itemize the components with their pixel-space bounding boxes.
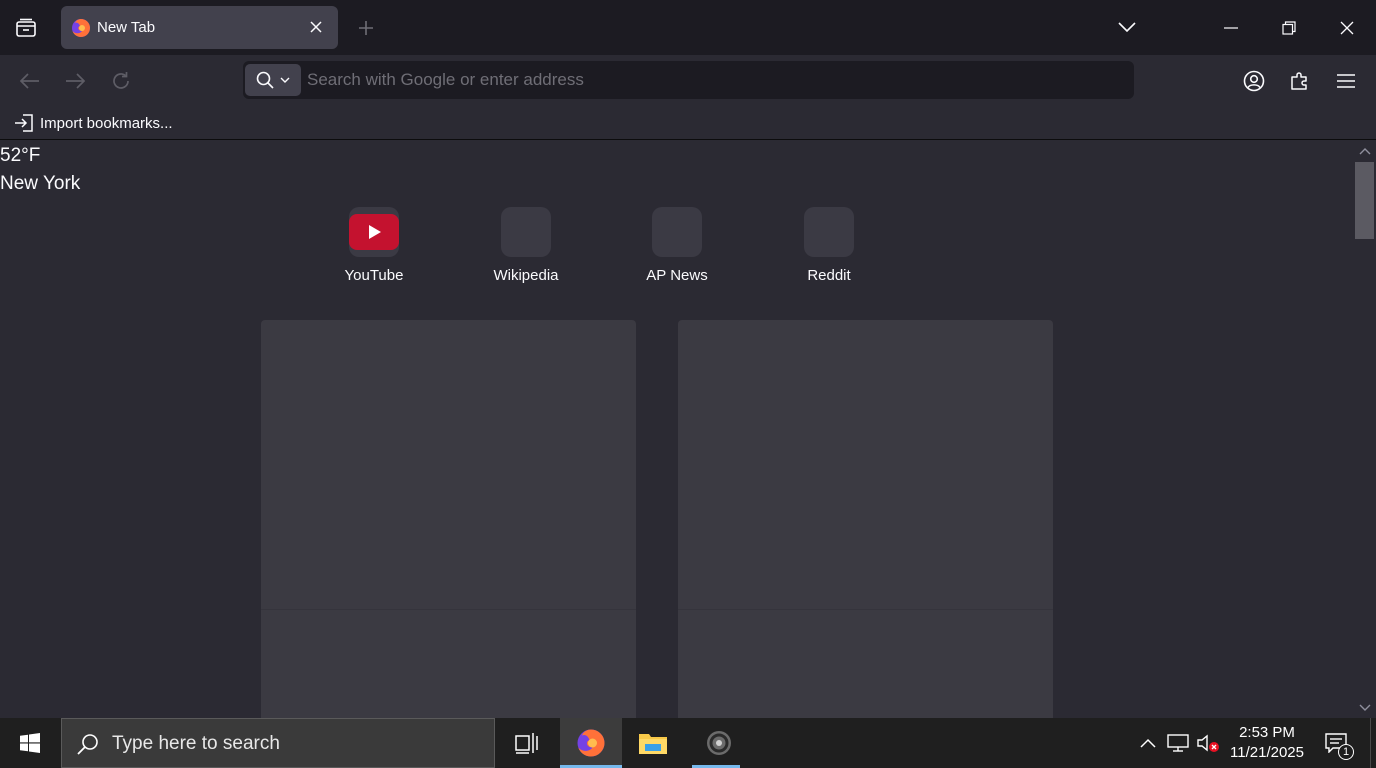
clock-time: 2:53 PM — [1239, 724, 1295, 741]
back-button[interactable] — [14, 65, 46, 97]
story-card-placeholder[interactable] — [261, 320, 636, 718]
card-divider — [678, 609, 1053, 610]
top-site-tile — [349, 207, 399, 257]
file-explorer-icon — [639, 734, 667, 754]
scrollbar-thumb[interactable] — [1355, 162, 1374, 239]
top-site-ap-news[interactable]: AP News — [622, 207, 732, 284]
url-input[interactable] — [307, 67, 1117, 93]
start-button[interactable] — [0, 718, 60, 768]
minimize-button[interactable] — [1211, 10, 1251, 46]
taskbar-app-firefox[interactable] — [560, 718, 622, 768]
chevron-down-icon — [1118, 22, 1136, 32]
scroll-down-button[interactable] — [1357, 700, 1373, 716]
top-site-youtube[interactable]: YouTube — [319, 207, 429, 284]
weather-location: New York — [0, 173, 81, 194]
new-tab-button[interactable] — [352, 14, 380, 42]
show-desktop-button[interactable] — [1370, 718, 1376, 768]
hamburger-menu-icon — [1337, 74, 1355, 88]
volume-muted-icon — [1197, 734, 1219, 752]
firefox-icon — [72, 19, 90, 37]
network-icon — [1167, 734, 1189, 752]
arrow-right-icon — [66, 73, 85, 89]
import-icon — [15, 114, 33, 132]
app-menu-button[interactable] — [1330, 65, 1362, 97]
restore-icon — [1282, 21, 1296, 35]
plus-icon — [359, 21, 373, 35]
weather-widget[interactable]: 52°F New York — [0, 145, 80, 195]
youtube-icon — [349, 214, 399, 250]
firefox-icon — [577, 729, 605, 757]
new-tab-page: 52°F New York YouTube Wikipedia AP News … — [0, 141, 1353, 718]
search-icon — [256, 71, 274, 89]
taskbar-search-box[interactable] — [61, 718, 495, 768]
tab-new-tab[interactable]: New Tab — [61, 6, 338, 49]
close-tab-button[interactable] — [304, 15, 328, 39]
firefox-view-button[interactable] — [8, 12, 44, 44]
top-site-tile — [652, 207, 702, 257]
weather-temperature: 52°F — [0, 145, 41, 166]
close-icon — [310, 21, 322, 33]
taskbar-app-other[interactable] — [688, 718, 750, 768]
vertical-scrollbar[interactable] — [1353, 141, 1376, 718]
top-site-tile — [804, 207, 854, 257]
bookmarks-toolbar: Import bookmarks... — [0, 107, 1376, 140]
address-bar — [243, 61, 1134, 99]
clock-date: 11/21/2025 — [1230, 744, 1304, 761]
browser-window: New Tab Search with Google or enter addr… — [0, 0, 1376, 718]
scroll-up-button[interactable] — [1357, 143, 1373, 159]
story-card-placeholder[interactable] — [678, 320, 1053, 718]
top-site-label: Reddit — [807, 267, 851, 284]
top-site-label: YouTube — [344, 267, 404, 284]
app-icon — [707, 731, 731, 755]
chevron-down-icon — [280, 77, 290, 83]
import-bookmarks-button[interactable]: Import bookmarks... — [14, 112, 173, 134]
top-site-tile — [501, 207, 551, 257]
account-icon — [1243, 70, 1265, 92]
arrow-left-icon — [20, 73, 39, 89]
task-view-button[interactable] — [496, 718, 558, 768]
account-button[interactable] — [1238, 65, 1270, 97]
card-divider — [261, 609, 636, 610]
chevron-up-icon — [1359, 148, 1371, 155]
firefox-view-icon — [16, 18, 36, 37]
top-site-wikipedia[interactable]: Wikipedia — [471, 207, 581, 284]
taskbar-search-input[interactable] — [112, 731, 482, 757]
tab-strip: New Tab — [0, 0, 1376, 55]
reload-icon — [113, 72, 129, 89]
volume-button[interactable] — [1194, 718, 1222, 768]
taskbar: 2:53 PM 11/21/2025 1 — [0, 718, 1376, 768]
taskbar-clock[interactable]: 2:53 PM 11/21/2025 — [1222, 723, 1312, 763]
reload-button[interactable] — [105, 65, 137, 97]
show-hidden-icons-button[interactable] — [1136, 718, 1160, 768]
restore-button[interactable] — [1269, 10, 1309, 46]
chevron-up-icon — [1140, 738, 1156, 748]
forward-button[interactable] — [59, 65, 91, 97]
puzzle-icon — [1291, 72, 1307, 90]
extensions-button[interactable] — [1284, 65, 1316, 97]
top-site-label: AP News — [646, 267, 708, 284]
taskbar-app-file-explorer[interactable] — [622, 718, 684, 768]
task-view-icon — [515, 733, 538, 754]
list-all-tabs-button[interactable] — [1112, 12, 1142, 42]
tab-title: New Tab — [97, 19, 156, 36]
top-site-label: Wikipedia — [493, 267, 559, 284]
notification-count-badge: 1 — [1338, 744, 1354, 760]
close-window-button[interactable] — [1327, 10, 1367, 46]
search-mode-switcher[interactable] — [245, 64, 301, 96]
close-icon — [1340, 21, 1354, 35]
search-icon — [77, 734, 98, 755]
action-center-button[interactable]: 1 — [1316, 718, 1356, 768]
windows-logo-icon — [20, 733, 40, 753]
network-button[interactable] — [1164, 718, 1192, 768]
minimize-icon — [1224, 27, 1238, 29]
chevron-down-icon — [1359, 704, 1371, 711]
navigation-toolbar — [0, 55, 1376, 107]
top-site-reddit[interactable]: Reddit — [774, 207, 884, 284]
import-bookmarks-label: Import bookmarks... — [40, 114, 173, 132]
